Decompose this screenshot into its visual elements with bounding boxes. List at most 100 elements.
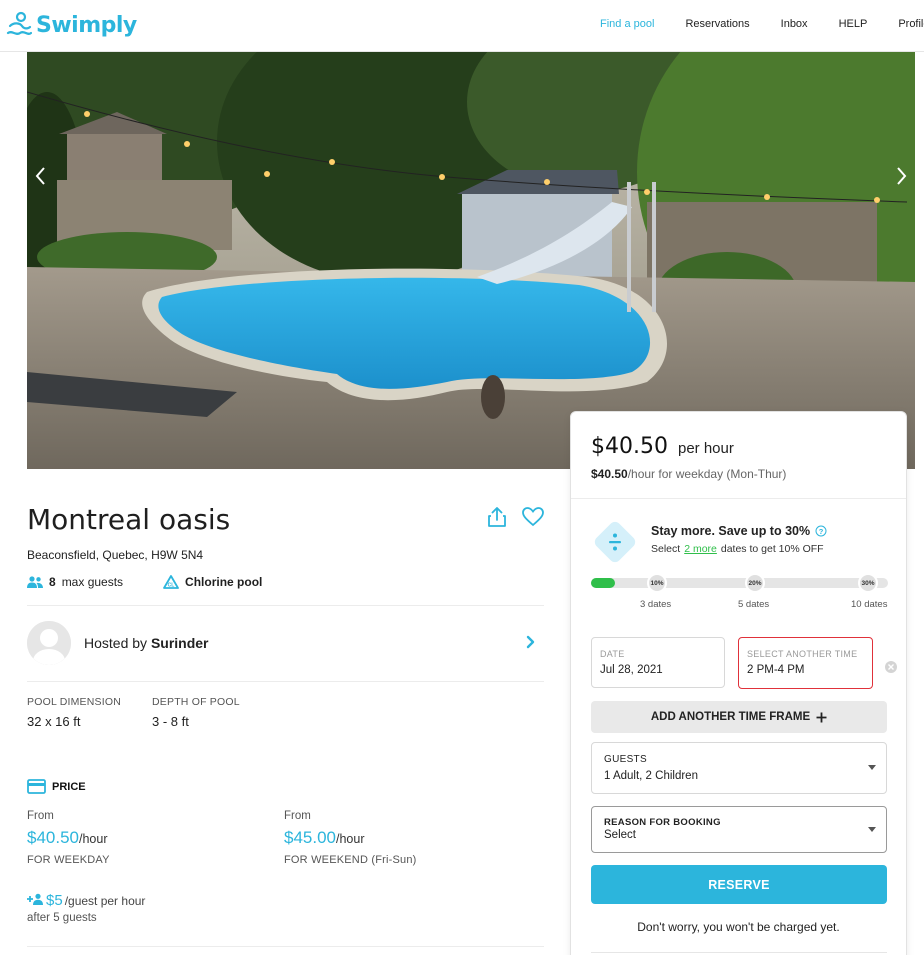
- avatar: [27, 621, 71, 665]
- milestone-label: 3 dates: [640, 599, 672, 610]
- svg-text:?: ?: [819, 527, 824, 536]
- host-row[interactable]: Hosted by Surinder: [27, 621, 544, 665]
- nav-profile[interactable]: Profile: [898, 18, 924, 30]
- date-value: Jul 28, 2021: [600, 664, 663, 676]
- price-amount: $45.00: [284, 828, 336, 847]
- chevron-down-icon: [868, 765, 876, 770]
- reserve-button[interactable]: RESERVE: [591, 865, 887, 904]
- price-line: $40.50 /hour: [27, 828, 110, 848]
- guest-fee-amount: $5: [46, 892, 63, 909]
- date-label: DATE: [600, 649, 625, 659]
- price-heading: PRICE: [27, 779, 86, 794]
- discount-progress-bar: [591, 578, 888, 588]
- milestone-label: 5 dates: [738, 599, 770, 610]
- reason-label: REASON FOR BOOKING: [604, 817, 721, 828]
- price-unit: /hour: [336, 832, 365, 846]
- chevron-down-icon: [868, 827, 876, 832]
- guests-icon: [27, 576, 43, 588]
- discount-sub-suffix: dates to get 10% OFF: [720, 543, 824, 555]
- top-header: Swimply Find a pool Reservations Inbox H…: [0, 0, 924, 52]
- nav-inbox[interactable]: Inbox: [781, 18, 808, 30]
- price-period: FOR WEEKDAY: [27, 854, 110, 866]
- no-charge-note: Don't worry, you won't be charged yet.: [637, 920, 840, 934]
- brand-logo[interactable]: Swimply: [6, 10, 137, 40]
- discount-more-dates-link[interactable]: 2 more: [684, 543, 717, 555]
- reason-value: Select: [604, 829, 636, 841]
- price-period: FOR WEEKEND (Fri-Sun): [284, 854, 417, 866]
- divider: [27, 946, 544, 947]
- add-guest-icon: [27, 893, 43, 905]
- milestone-label: 10 dates: [851, 599, 888, 610]
- spec-pool-dimension: POOL DIMENSION 32 x 16 ft: [27, 696, 121, 729]
- pool-photo-gallery[interactable]: [27, 52, 915, 469]
- booking-panel: $40.50 per hour $40.50/hour for weekday …: [570, 411, 907, 955]
- reason-select[interactable]: REASON FOR BOOKING Select: [591, 806, 887, 853]
- host-name: Surinder: [150, 635, 209, 651]
- user-silhouette-icon: [27, 621, 71, 665]
- divider: [571, 498, 906, 499]
- share-icon[interactable]: [485, 505, 509, 529]
- chevron-right-icon[interactable]: [891, 164, 911, 188]
- divider: [27, 681, 544, 682]
- host-prefix: Hosted by: [84, 635, 148, 651]
- max-guests-count: 8: [49, 575, 56, 589]
- add-time-frame-button[interactable]: ADD ANOTHER TIME FRAME: [591, 701, 887, 733]
- extra-guest-fee: $5 /guest per hour after 5 guests: [27, 892, 145, 924]
- price-from: From: [284, 810, 311, 822]
- discount-subtitle: Select 2 more dates to get 10% OFF: [651, 543, 824, 555]
- spec-value: 3 - 8 ft: [152, 714, 189, 729]
- close-icon[interactable]: [884, 660, 898, 674]
- guests-label: GUESTS: [604, 754, 647, 765]
- add-time-frame-label: ADD ANOTHER TIME FRAME: [650, 711, 811, 723]
- host-label: Hosted by Surinder: [84, 635, 209, 651]
- nav-reservations[interactable]: Reservations: [685, 18, 749, 30]
- guest-fee-threshold: after 5 guests: [27, 912, 97, 924]
- max-guests-label: max guests: [61, 575, 124, 589]
- plus-icon: [816, 712, 827, 722]
- listing-address: Beaconsfield, Quebec, H9W 5N4: [27, 548, 204, 562]
- pool-photo: [27, 52, 915, 469]
- help-icon[interactable]: ?: [815, 525, 827, 537]
- date-field[interactable]: DATE Jul 28, 2021: [591, 637, 725, 688]
- main-nav: Find a pool Reservations Inbox HELP Prof…: [600, 18, 924, 30]
- divider: [27, 605, 544, 606]
- guest-fee-unit: /guest per hour: [64, 894, 146, 908]
- price-unit: /hour: [79, 832, 108, 846]
- pool-type: CL Chlorine pool: [163, 575, 262, 589]
- booking-sub-text: /hour for weekday (Mon-Thur): [627, 467, 787, 481]
- discount-progress-fill: [591, 578, 615, 588]
- price-from: From: [27, 810, 54, 822]
- nav-help[interactable]: HELP: [839, 18, 868, 30]
- time-value: 2 PM-4 PM: [747, 664, 805, 676]
- discount-title-text: Stay more. Save up to 30%: [651, 524, 811, 538]
- discount-icon: [594, 521, 636, 563]
- discount-sub-prefix: Select: [651, 543, 681, 555]
- booking-price: $40.50 per hour: [591, 434, 734, 459]
- spec-label: POOL DIMENSION: [27, 696, 122, 708]
- listing-title: Montreal oasis: [27, 503, 231, 536]
- milestone-badge: 20%: [745, 573, 765, 593]
- booking-price-amount: $40.50: [591, 434, 668, 459]
- max-guests: 8 max guests: [27, 575, 123, 589]
- listing-meta: 8 max guests CL Chlorine pool: [27, 575, 262, 589]
- booking-sub-amount: $40.50: [591, 467, 628, 481]
- chlorine-icon: CL: [163, 575, 179, 589]
- spec-label: DEPTH OF POOL: [152, 696, 240, 708]
- time-label: SELECT ANOTHER TIME: [747, 649, 858, 659]
- weekend-price: From $45.00 /hour FOR WEEKEND (Fri-Sun): [284, 810, 417, 866]
- chevron-left-icon[interactable]: [31, 164, 51, 188]
- time-field[interactable]: SELECT ANOTHER TIME 2 PM-4 PM: [738, 637, 873, 689]
- pool-type-label: Chlorine pool: [185, 575, 263, 589]
- price-heading-label: PRICE: [52, 780, 86, 793]
- chevron-right-icon[interactable]: [526, 635, 536, 649]
- divider: [591, 952, 887, 953]
- spec-value: 32 x 16 ft: [27, 714, 81, 729]
- nav-find-a-pool[interactable]: Find a pool: [600, 18, 654, 30]
- price-line: $45.00 /hour: [284, 828, 417, 848]
- heart-icon[interactable]: [521, 505, 545, 529]
- guests-select[interactable]: GUESTS 1 Adult, 2 Children: [591, 742, 887, 794]
- credit-card-icon: [27, 779, 46, 794]
- milestone-badge: 30%: [858, 573, 878, 593]
- discount-title: Stay more. Save up to 30% ?: [651, 524, 827, 538]
- svg-text:CL: CL: [168, 582, 175, 588]
